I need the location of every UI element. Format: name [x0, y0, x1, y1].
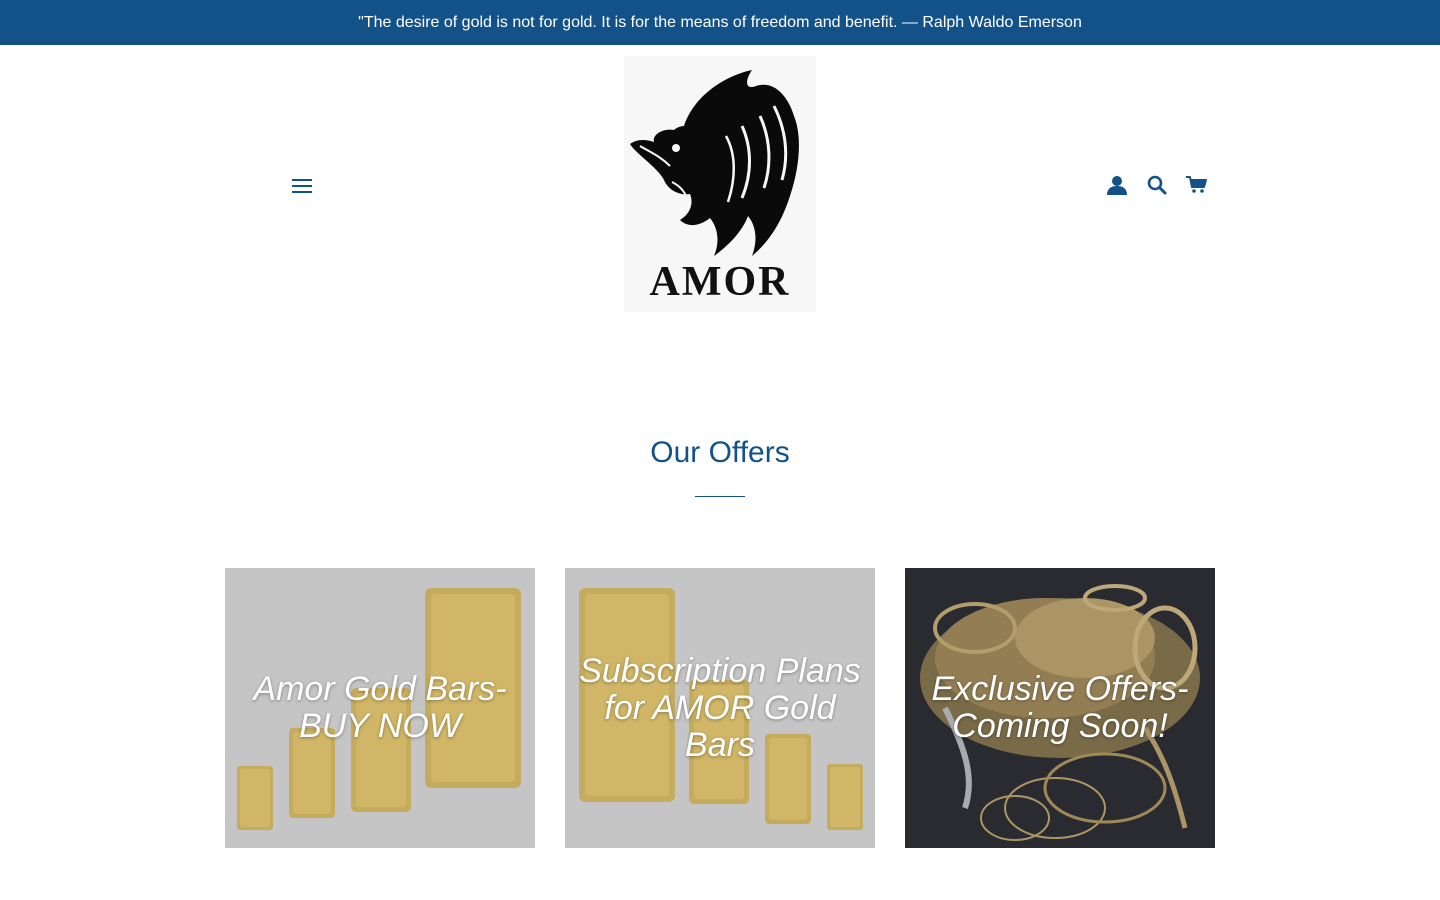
announcement-bar: "The desire of gold is not for gold. It … — [0, 0, 1440, 45]
cart-icon[interactable] — [1184, 172, 1210, 198]
offer-card-subscription[interactable]: Subscription Plans for AMOR Gold Bars — [565, 568, 875, 848]
offer-card-gold-bars[interactable]: Amor Gold Bars- BUY NOW — [225, 568, 535, 848]
logo-brand-text: AMOR — [649, 259, 791, 305]
hamburger-menu-icon[interactable] — [290, 176, 314, 196]
announcement-text: "The desire of gold is not for gold. It … — [358, 13, 1082, 31]
account-icon[interactable] — [1104, 172, 1130, 198]
title-divider — [695, 496, 745, 497]
section-title: Our Offers — [650, 436, 790, 469]
offer-card-label: Subscription Plans for AMOR Gold Bars — [579, 651, 861, 764]
offer-card-exclusive[interactable]: Exclusive Offers- Coming Soon! — [905, 568, 1215, 848]
offer-card-label: Exclusive Offers- Coming Soon! — [931, 670, 1189, 745]
offer-card-label: Amor Gold Bars- BUY NOW — [253, 670, 507, 745]
search-icon[interactable] — [1144, 172, 1170, 198]
